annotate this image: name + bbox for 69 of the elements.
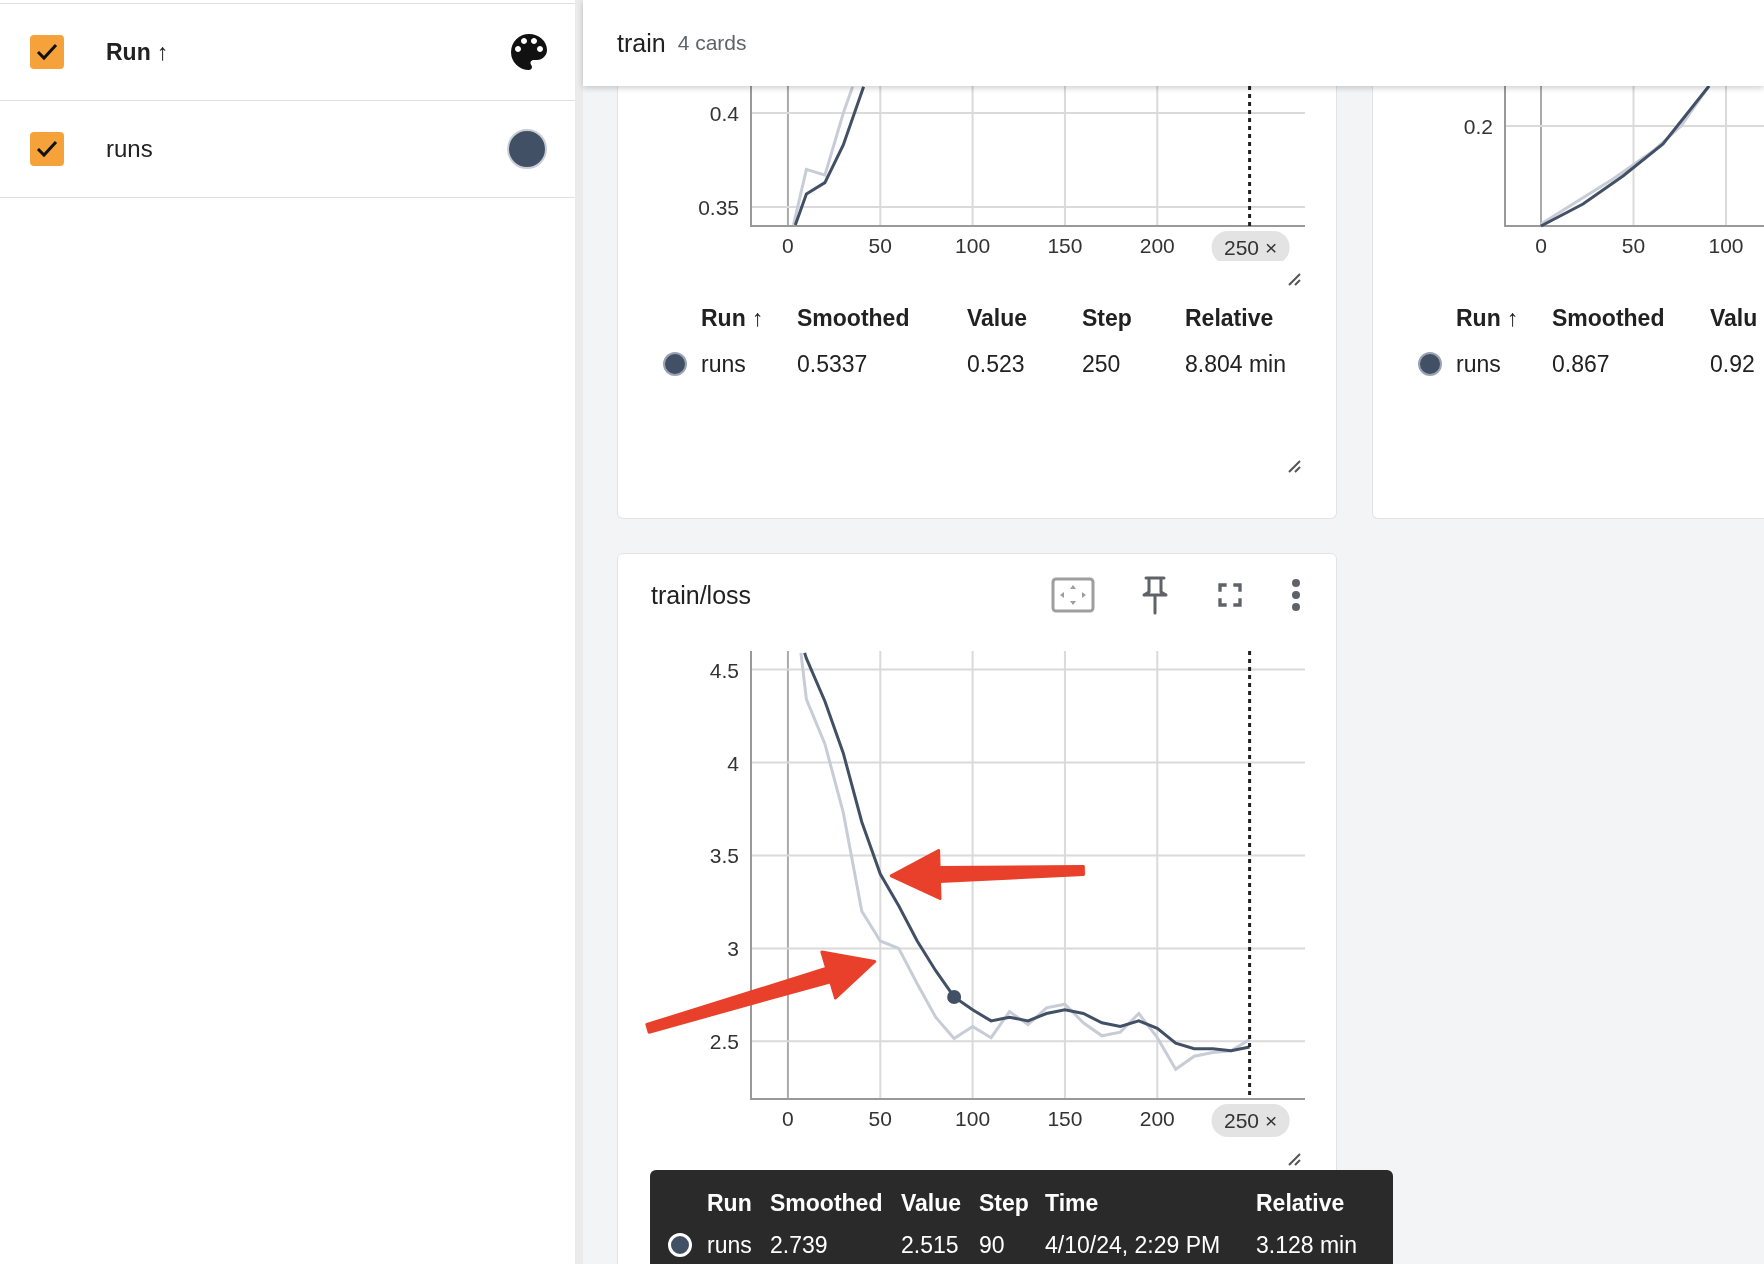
tick-label: 0.2 <box>1463 115 1493 138</box>
tick-label: 4 <box>727 751 739 775</box>
tooltip-header: Time <box>1045 1188 1100 1218</box>
tick-label: 200 <box>1139 1107 1175 1130</box>
tooltip-header: Run <box>707 1188 753 1218</box>
table-cell-text: 0.523 <box>967 349 1026 379</box>
x-tick-label: 250 × <box>1224 1109 1278 1132</box>
step-chip[interactable]: 250 × <box>1211 1104 1290 1137</box>
table-cell-text: 250 <box>1082 349 1122 379</box>
column-header[interactable]: Smoothed <box>797 297 967 339</box>
tick-label: 3.5 <box>709 844 739 868</box>
column-header[interactable]: Relative <box>1185 297 1336 339</box>
step-chip[interactable]: 250 × <box>1211 231 1290 261</box>
tick-label: 0.4 <box>709 102 739 126</box>
tick-label: 50 <box>868 234 892 257</box>
fullscreen-icon[interactable] <box>1215 580 1245 610</box>
fit-domain-icon[interactable] <box>1051 577 1095 613</box>
column-header[interactable]: Run ↑ <box>1456 297 1552 339</box>
run-column-header[interactable]: Run ↑ <box>106 38 511 66</box>
group-title: train <box>617 28 666 58</box>
tick-label: 100 <box>955 1107 991 1130</box>
card-title: train/loss <box>651 580 753 610</box>
tooltip-cell-text: 3.128 min <box>1256 1230 1358 1260</box>
tick-label: 2.5 <box>709 1030 739 1054</box>
table-cell-text: 8.804 min <box>1185 349 1287 379</box>
tick-label: 0 <box>782 1107 794 1130</box>
column-header[interactable]: Value <box>967 297 1082 339</box>
more-menu-icon[interactable] <box>1290 578 1302 612</box>
table-cell-text: 0.5337 <box>797 349 869 379</box>
checkbox[interactable] <box>30 132 64 166</box>
table-cell-text: runs <box>701 349 747 379</box>
card-count: 4 cards <box>677 31 747 55</box>
tooltip-cell-text: 90 <box>979 1230 1006 1260</box>
tick-label: 200 <box>1139 234 1175 257</box>
tick-label: 0 <box>782 234 794 257</box>
table-cell-text: runs <box>1456 349 1502 379</box>
tick-label: 150 <box>1047 234 1083 257</box>
run-name: runs <box>106 135 154 163</box>
tooltip-header: Value <box>901 1188 963 1218</box>
tooltip-header: Smoothed <box>770 1188 884 1218</box>
tooltip-header: Relative <box>1256 1188 1346 1218</box>
tick-label: 0 <box>1535 234 1547 257</box>
pin-icon[interactable] <box>1140 575 1170 615</box>
column-header[interactable]: Smoothed <box>1552 297 1710 339</box>
column-header[interactable]: Step <box>1082 297 1185 339</box>
column-header[interactable]: Run ↑ <box>701 297 797 339</box>
tooltip-cell-text: 2.739 <box>770 1230 829 1260</box>
table-cell-text: 0.867 <box>1552 349 1611 379</box>
tooltip-cell-text: 4/10/24, 2:29 PM <box>1045 1230 1222 1260</box>
tick-label: 150 <box>1047 1107 1083 1130</box>
tick-label: 100 <box>1708 234 1744 257</box>
tooltip-header: Step <box>979 1188 1030 1218</box>
tick-label: 4.5 <box>709 658 739 682</box>
run-color-dot[interactable] <box>507 129 547 169</box>
tick-label: 0.35 <box>698 196 739 219</box>
resize-handle-icon[interactable] <box>1286 458 1302 474</box>
tick-label: 50 <box>868 1107 892 1130</box>
checkbox[interactable] <box>30 35 64 69</box>
column-header[interactable]: Valu <box>1710 297 1764 339</box>
tooltip-cell-text: 2.515 <box>901 1230 960 1260</box>
resize-handle-icon[interactable] <box>1286 1151 1302 1167</box>
tick-label: 3 <box>727 937 739 961</box>
tick-label: 100 <box>955 234 991 257</box>
table-cell-text: 0.92 <box>1710 349 1756 379</box>
tooltip-cell-text: runs <box>707 1230 753 1260</box>
palette-icon[interactable] <box>511 34 547 70</box>
resize-handle-icon[interactable] <box>1286 271 1302 287</box>
tick-label: 50 <box>1621 234 1646 257</box>
x-tick-label: 250 × <box>1224 236 1278 259</box>
